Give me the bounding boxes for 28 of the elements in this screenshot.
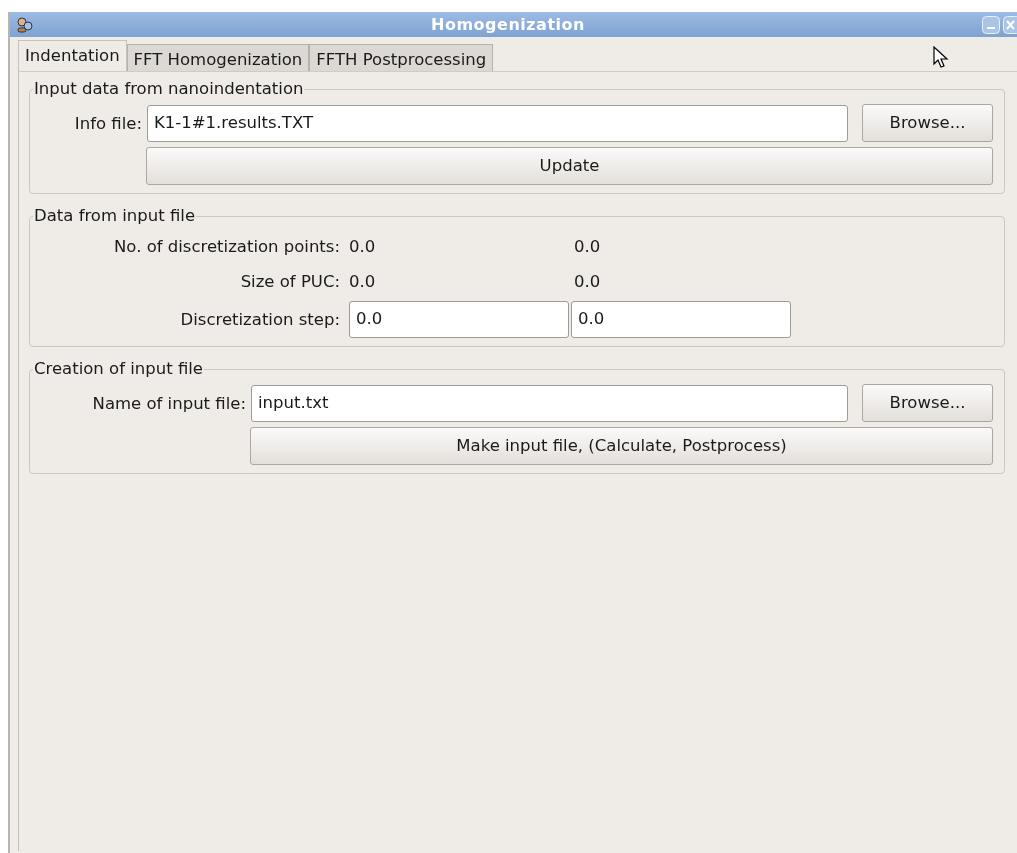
text-field[interactable]: input.txt [251, 384, 848, 422]
close-icon[interactable] [1003, 15, 1017, 34]
field-label: No. of discretization points: [113, 236, 341, 256]
value-text: 0.0 [349, 271, 377, 291]
value-text: 0.0 [574, 236, 602, 256]
make-input-button[interactable]: Make input file, (Calculate, Postprocess) [250, 427, 993, 465]
group-title: Data from input file [33, 206, 197, 225]
field-label: Info file: [73, 113, 142, 133]
field-label: Name of input file: [91, 393, 246, 413]
text-field[interactable]: K1-1#1.results.TXT [147, 104, 848, 142]
value-text: 0.0 [574, 271, 602, 291]
minimize-icon[interactable] [982, 15, 1000, 34]
window-title: Homogenization [430, 15, 586, 34]
cursor-icon [933, 46, 949, 68]
text-field[interactable]: 0.0 [349, 301, 569, 338]
group-title: Input data from nanoindentation [33, 79, 305, 98]
update-button[interactable]: Update [146, 147, 993, 185]
value-text: 0.0 [349, 236, 377, 256]
text-field[interactable]: 0.0 [571, 301, 791, 338]
browse-button[interactable]: Browse... [862, 104, 993, 142]
field-label: Discretization step: [179, 310, 341, 329]
tab[interactable]: FFT Homogenization [126, 44, 310, 71]
people-icon [16, 16, 34, 33]
field-label: Size of PUC: [239, 271, 341, 291]
tab[interactable]: Indentation [18, 40, 127, 71]
group-title: Creation of input file [33, 359, 205, 378]
browse-button[interactable]: Browse... [862, 384, 993, 422]
tab[interactable]: FFTH Postprocessing [309, 44, 494, 71]
